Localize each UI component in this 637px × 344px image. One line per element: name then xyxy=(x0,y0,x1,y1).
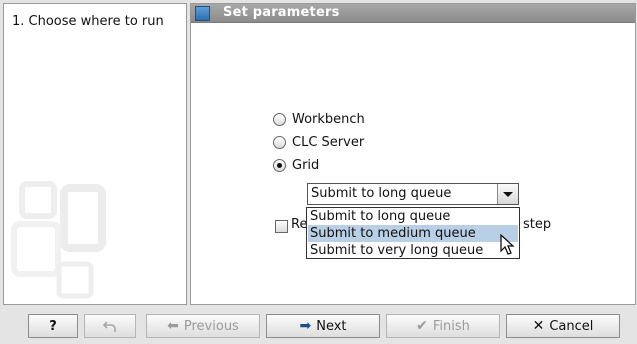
help-button-label: ? xyxy=(49,318,57,334)
chevron-down-icon[interactable] xyxy=(497,184,518,204)
checkbox-label-start: Re xyxy=(291,217,308,232)
next-button[interactable]: ➡ Next xyxy=(266,314,380,338)
arrow-right-icon: ➡ xyxy=(299,318,312,334)
queue-option-very-long[interactable]: Submit to very long queue xyxy=(308,242,518,259)
previous-button-label: Previous xyxy=(183,318,239,334)
radio-clc-server-label: CLC Server xyxy=(292,135,365,150)
queue-select[interactable]: Submit to long queue xyxy=(307,183,519,205)
step-choose-where-to-run: 1. Choose where to run xyxy=(12,14,164,29)
finish-button[interactable]: ✔ Finish xyxy=(386,314,500,338)
decorative-squares-icon xyxy=(11,181,106,299)
radio-button-icon[interactable] xyxy=(273,113,286,126)
cancel-button[interactable]: ✕ Cancel xyxy=(506,314,620,338)
checkmark-icon: ✔ xyxy=(416,318,428,334)
button-bar: ? ⬅ Previous ➡ Next ✔ Finish ✕ Cancel xyxy=(0,306,637,344)
radio-grid[interactable]: Grid xyxy=(273,158,319,173)
reset-button[interactable] xyxy=(84,314,136,338)
help-button[interactable]: ? xyxy=(28,314,78,338)
checkbox-label-end: step xyxy=(523,217,552,232)
mouse-pointer-icon xyxy=(500,234,515,255)
queue-select-value: Submit to long queue xyxy=(311,186,452,201)
close-icon: ✕ xyxy=(532,318,545,334)
finish-button-label: Finish xyxy=(432,318,470,334)
previous-button[interactable]: ⬅ Previous xyxy=(146,314,260,338)
queue-option-medium[interactable]: Submit to medium queue xyxy=(308,225,518,242)
arrow-left-icon: ⬅ xyxy=(167,318,179,334)
next-button-label: Next xyxy=(316,318,347,334)
checkbox[interactable] xyxy=(275,220,288,233)
parameters-panel: Set parameters Workbench CLC Server Grid… xyxy=(190,3,636,305)
radio-workbench-label: Workbench xyxy=(292,112,365,127)
panel-header: Set parameters xyxy=(191,4,635,23)
wizard-window: 1. Choose where to run Set parameters Wo… xyxy=(0,0,637,344)
queue-option-long[interactable]: Submit to long queue xyxy=(308,208,518,225)
undo-icon xyxy=(103,321,116,332)
radio-button-selected-icon[interactable] xyxy=(273,159,286,172)
panel-header-icon xyxy=(195,6,210,21)
radio-clc-server[interactable]: CLC Server xyxy=(273,135,364,150)
steps-panel: 1. Choose where to run xyxy=(3,3,187,305)
cancel-button-label: Cancel xyxy=(549,318,594,334)
radio-workbench[interactable]: Workbench xyxy=(273,112,365,127)
panel-title: Set parameters xyxy=(223,5,340,20)
radio-button-icon[interactable] xyxy=(273,136,286,149)
radio-grid-label: Grid xyxy=(292,158,320,173)
queue-dropdown-list[interactable]: Submit to long queue Submit to medium qu… xyxy=(306,207,520,259)
